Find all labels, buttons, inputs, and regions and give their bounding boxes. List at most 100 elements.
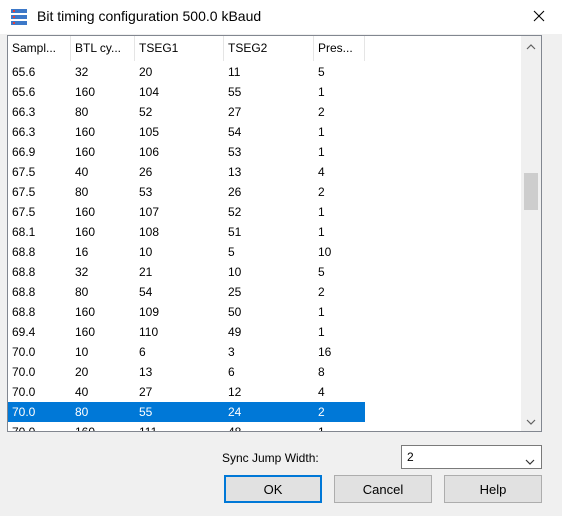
cell-sample-point: 67.5 bbox=[12, 185, 36, 199]
cell-tseg1: 107 bbox=[139, 205, 160, 219]
cell-btl-cycles: 80 bbox=[75, 405, 89, 419]
cell-tseg2: 48 bbox=[228, 425, 242, 432]
table-row[interactable]: 66.3 80 52 27 2 bbox=[8, 102, 521, 122]
cell-sample-point: 68.8 bbox=[12, 285, 36, 299]
cell-tseg1: 13 bbox=[139, 365, 153, 379]
cell-tseg2: 13 bbox=[228, 165, 242, 179]
cell-prescaler: 2 bbox=[318, 185, 325, 199]
cell-tseg1: 6 bbox=[139, 345, 146, 359]
scrollbar-thumb[interactable] bbox=[524, 173, 538, 210]
cell-tseg2: 3 bbox=[228, 345, 235, 359]
cell-prescaler: 1 bbox=[318, 325, 325, 339]
cell-sample-point: 70.0 bbox=[12, 385, 36, 399]
cell-btl-cycles: 80 bbox=[75, 105, 89, 119]
table-row[interactable]: 67.5 160 107 52 1 bbox=[8, 202, 521, 222]
cancel-button[interactable]: Cancel bbox=[334, 475, 432, 503]
title-bar: Bit timing configuration 500.0 kBaud bbox=[0, 0, 562, 34]
window-title: Bit timing configuration 500.0 kBaud bbox=[37, 8, 262, 24]
cell-tseg1: 104 bbox=[139, 85, 160, 99]
help-button[interactable]: Help bbox=[444, 475, 542, 503]
table-row[interactable]: 70.0 40 27 12 4 bbox=[8, 382, 521, 402]
cell-prescaler: 5 bbox=[318, 65, 325, 79]
cell-sample-point: 66.3 bbox=[12, 105, 36, 119]
app-icon bbox=[10, 8, 30, 26]
cell-tseg1: 55 bbox=[139, 405, 153, 419]
cell-prescaler: 4 bbox=[318, 385, 325, 399]
cell-tseg2: 25 bbox=[228, 285, 242, 299]
column-header-sample-point[interactable]: Sampl... bbox=[8, 36, 71, 61]
cell-sample-point: 70.0 bbox=[12, 425, 36, 432]
cell-tseg2: 26 bbox=[228, 185, 242, 199]
cell-tseg2: 11 bbox=[228, 65, 241, 79]
bit-timing-list[interactable]: Sampl... BTL cy... TSEG1 TSEG2 Pres... 6… bbox=[7, 35, 542, 432]
cell-prescaler: 5 bbox=[318, 265, 325, 279]
cell-sample-point: 68.8 bbox=[12, 305, 36, 319]
cell-sample-point: 70.0 bbox=[12, 405, 36, 419]
table-row[interactable]: 65.6 32 20 11 5 bbox=[8, 62, 521, 82]
table-row[interactable]: 67.5 80 53 26 2 bbox=[8, 182, 521, 202]
cell-prescaler: 16 bbox=[318, 345, 332, 359]
column-header-prescaler[interactable]: Pres... bbox=[314, 36, 365, 61]
table-row[interactable]: 70.0 160 111 48 1 bbox=[8, 422, 521, 432]
cell-tseg2: 5 bbox=[228, 245, 235, 259]
cell-sample-point: 67.5 bbox=[12, 205, 36, 219]
cell-tseg2: 51 bbox=[228, 225, 242, 239]
cell-tseg1: 110 bbox=[139, 325, 159, 339]
table-row[interactable]: 68.8 16 10 5 10 bbox=[8, 242, 521, 262]
table-rows: 65.6 32 20 11 5 65.6 160 104 55 1 66.3 80 52 27 2 66.3 1… bbox=[8, 62, 521, 432]
cell-sample-point: 65.6 bbox=[12, 65, 36, 79]
table-row[interactable]: 68.8 80 54 25 2 bbox=[8, 282, 521, 302]
cell-prescaler: 1 bbox=[318, 125, 325, 139]
cell-btl-cycles: 160 bbox=[75, 325, 96, 339]
cell-sample-point: 70.0 bbox=[12, 365, 36, 379]
table-row[interactable]: 70.0 20 13 6 8 bbox=[8, 362, 521, 382]
column-header-tseg2[interactable]: TSEG2 bbox=[224, 36, 314, 61]
cell-btl-cycles: 32 bbox=[75, 265, 89, 279]
cell-prescaler: 2 bbox=[318, 105, 325, 119]
table-row[interactable]: 66.3 160 105 54 1 bbox=[8, 122, 521, 142]
cell-tseg2: 6 bbox=[228, 365, 235, 379]
cell-sample-point: 68.8 bbox=[12, 265, 36, 279]
table-row[interactable]: 68.1 160 108 51 1 bbox=[8, 222, 521, 242]
column-header-tseg1[interactable]: TSEG1 bbox=[135, 36, 224, 61]
sync-jump-width-select[interactable]: 2 bbox=[401, 445, 542, 469]
cell-btl-cycles: 16 bbox=[75, 245, 89, 259]
cell-prescaler: 1 bbox=[318, 425, 325, 432]
scroll-up-button[interactable] bbox=[521, 36, 541, 56]
table-row[interactable]: 70.0 10 6 3 16 bbox=[8, 342, 521, 362]
cell-tseg1: 10 bbox=[139, 245, 153, 259]
scroll-down-button[interactable] bbox=[521, 411, 541, 431]
table-row[interactable]: 67.5 40 26 13 4 bbox=[8, 162, 521, 182]
close-icon bbox=[533, 10, 545, 25]
cell-tseg1: 109 bbox=[139, 305, 160, 319]
cell-sample-point: 67.5 bbox=[12, 165, 36, 179]
ok-button[interactable]: OK bbox=[224, 475, 322, 503]
close-button[interactable] bbox=[516, 0, 562, 34]
table-row[interactable]: 65.6 160 104 55 1 bbox=[8, 82, 521, 102]
cell-btl-cycles: 160 bbox=[75, 425, 96, 432]
table-row[interactable]: 66.9 160 106 53 1 bbox=[8, 142, 521, 162]
vertical-scrollbar[interactable] bbox=[521, 36, 541, 431]
cell-tseg1: 21 bbox=[139, 265, 153, 279]
table-row[interactable]: 68.8 32 21 10 5 bbox=[8, 262, 521, 282]
cell-prescaler: 1 bbox=[318, 85, 325, 99]
table-row[interactable]: 69.4 160 110 49 1 bbox=[8, 322, 521, 342]
table-row[interactable]: 70.0 80 55 24 2 bbox=[8, 402, 521, 422]
sync-jump-width-label: Sync Jump Width: bbox=[222, 451, 319, 465]
column-header-row: Sampl... BTL cy... TSEG1 TSEG2 Pres... bbox=[8, 36, 521, 61]
cell-tseg1: 108 bbox=[139, 225, 160, 239]
cell-prescaler: 1 bbox=[318, 225, 325, 239]
cell-tseg1: 27 bbox=[139, 385, 153, 399]
cell-tseg2: 55 bbox=[228, 85, 242, 99]
cell-prescaler: 4 bbox=[318, 165, 325, 179]
cell-prescaler: 1 bbox=[318, 205, 325, 219]
sync-jump-width-value: 2 bbox=[407, 450, 414, 464]
cell-prescaler: 1 bbox=[318, 145, 325, 159]
chevron-down-icon bbox=[526, 414, 536, 428]
column-header-btl-cycles[interactable]: BTL cy... bbox=[71, 36, 135, 61]
table-row[interactable]: 68.8 160 109 50 1 bbox=[8, 302, 521, 322]
cell-sample-point: 68.8 bbox=[12, 245, 36, 259]
chevron-up-icon bbox=[526, 39, 536, 53]
cell-sample-point: 70.0 bbox=[12, 345, 36, 359]
cell-tseg1: 52 bbox=[139, 105, 153, 119]
